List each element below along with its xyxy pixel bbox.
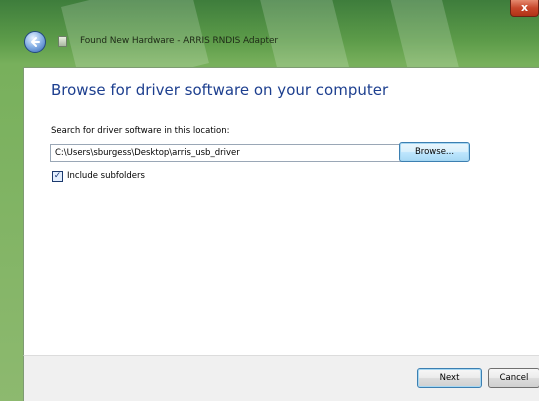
browse-button[interactable]: Browse...: [399, 142, 470, 162]
include-subfolders-checkbox[interactable]: ✓: [52, 171, 63, 182]
close-button[interactable]: x: [510, 0, 539, 17]
next-button[interactable]: Next: [417, 368, 482, 388]
title-bar: Found New Hardware - ARRIS RNDIS Adapter…: [0, 0, 539, 60]
wizard-footer: Next Cancel: [23, 355, 539, 401]
wizard-content: Browse for driver software on your compu…: [23, 67, 539, 355]
window-frame: Found New Hardware - ARRIS RNDIS Adapter…: [0, 0, 539, 401]
include-subfolders-label[interactable]: Include subfolders: [67, 171, 145, 181]
back-arrow-icon: [31, 37, 40, 47]
search-location-label: Search for driver software in this locat…: [51, 126, 230, 136]
path-value: C:\Users\sburgess\Desktop\arris_usb_driv…: [55, 148, 240, 158]
hardware-wizard-icon: [58, 36, 67, 47]
page-title: Browse for driver software on your compu…: [51, 81, 389, 99]
cancel-button[interactable]: Cancel: [488, 368, 539, 388]
window-title: Found New Hardware - ARRIS RNDIS Adapter: [80, 36, 278, 46]
path-combobox[interactable]: C:\Users\sburgess\Desktop\arris_usb_driv…: [50, 144, 413, 162]
back-button[interactable]: [24, 31, 46, 53]
